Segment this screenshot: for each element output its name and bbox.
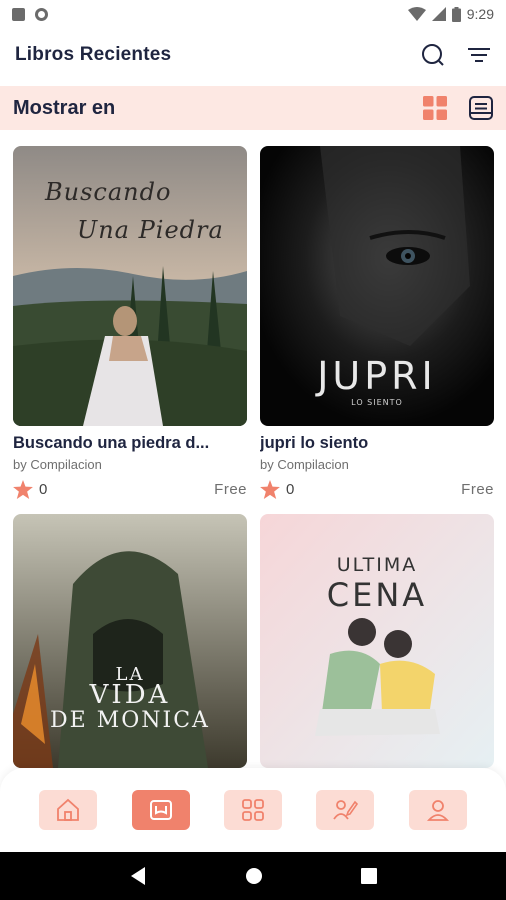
cover-title-line-2: Una Piedra [77,216,224,244]
book-card[interactable]: LA VIDA DE MONICA [13,514,247,768]
view-toggle-label: Mostrar en [13,96,116,119]
book-title[interactable]: jupri lo siento [260,434,494,453]
profile-icon [426,800,449,821]
header-actions [420,42,492,68]
grid-view-button[interactable] [422,95,448,121]
book-author: by Compilacion [13,457,102,472]
filter-icon [468,48,490,62]
cover-title-line-1: JUPRI [317,354,437,398]
book-card[interactable]: JUPRI LO SIENTO jupri lo siento by Compi… [260,146,494,499]
star-icon [13,480,33,499]
page-title: Libros Recientes [15,44,172,65]
price-label: Free [214,481,247,498]
back-icon[interactable] [129,867,147,885]
book-card[interactable]: ULTIMA CENA [260,514,494,768]
star-icon [260,480,280,499]
writing-icon [333,800,359,820]
book-cover[interactable]: JUPRI LO SIENTO [260,146,494,426]
book-cover[interactable]: Buscando Una Piedra [13,146,247,426]
rating-value: 0 [39,481,48,498]
cover-title-line-1: Buscando [45,178,172,206]
recents-icon[interactable] [361,868,377,884]
cover-illustration [260,514,494,768]
filter-button[interactable] [466,42,492,68]
signal-icon [431,7,446,21]
app-header: Libros Recientes [0,28,506,82]
cover-title-line-3: DE MONICA [50,708,210,733]
view-toggles [422,95,494,121]
wifi-icon [407,7,426,21]
cover-title-line-1: ULTIMA [336,554,418,576]
book-cover[interactable]: LA VIDA DE MONICA [13,514,247,768]
card-footer: 0 Free [260,480,494,499]
list-view-button[interactable] [468,95,494,121]
book-title[interactable]: Buscando una piedra d... [13,434,247,453]
rating: 0 [260,480,294,499]
search-icon [422,44,444,66]
nav-library-button[interactable] [131,790,190,830]
search-button[interactable] [420,42,446,68]
rating-value: 0 [286,481,295,498]
circle-icon [35,7,48,21]
cover-title-line-2: LO SIENTO [351,398,403,407]
sim-icon [12,7,25,21]
bottom-nav [0,768,506,852]
rating: 0 [13,480,47,499]
nav-profile-button[interactable] [408,790,467,830]
view-toggle-bar: Mostrar en [0,86,506,130]
card-footer: 0 Free [13,480,247,499]
cover-title-line-2: VIDA [89,680,171,710]
book-cover[interactable]: ULTIMA CENA [260,514,494,768]
status-bar: 9:29 [0,0,506,28]
price-label: Free [461,481,494,498]
book-icon [149,800,172,820]
nav-home-button[interactable] [39,790,98,830]
status-right: 9:29 [407,6,494,22]
battery-icon [451,6,461,22]
system-nav-bar [0,852,506,900]
book-card[interactable]: Buscando Una Piedra Buscando una piedra … [13,146,247,499]
apps-grid-icon [242,799,264,821]
home-circle-icon[interactable] [245,867,263,885]
status-time: 9:29 [466,6,494,22]
book-author: by Compilacion [260,457,349,472]
grid-view-icon [423,96,447,120]
cover-title-line-2: CENA [326,576,428,614]
home-icon [57,798,80,821]
nav-categories-button[interactable] [223,790,282,830]
nav-write-button[interactable] [316,790,375,830]
status-left [12,7,48,21]
list-view-icon [469,96,493,120]
